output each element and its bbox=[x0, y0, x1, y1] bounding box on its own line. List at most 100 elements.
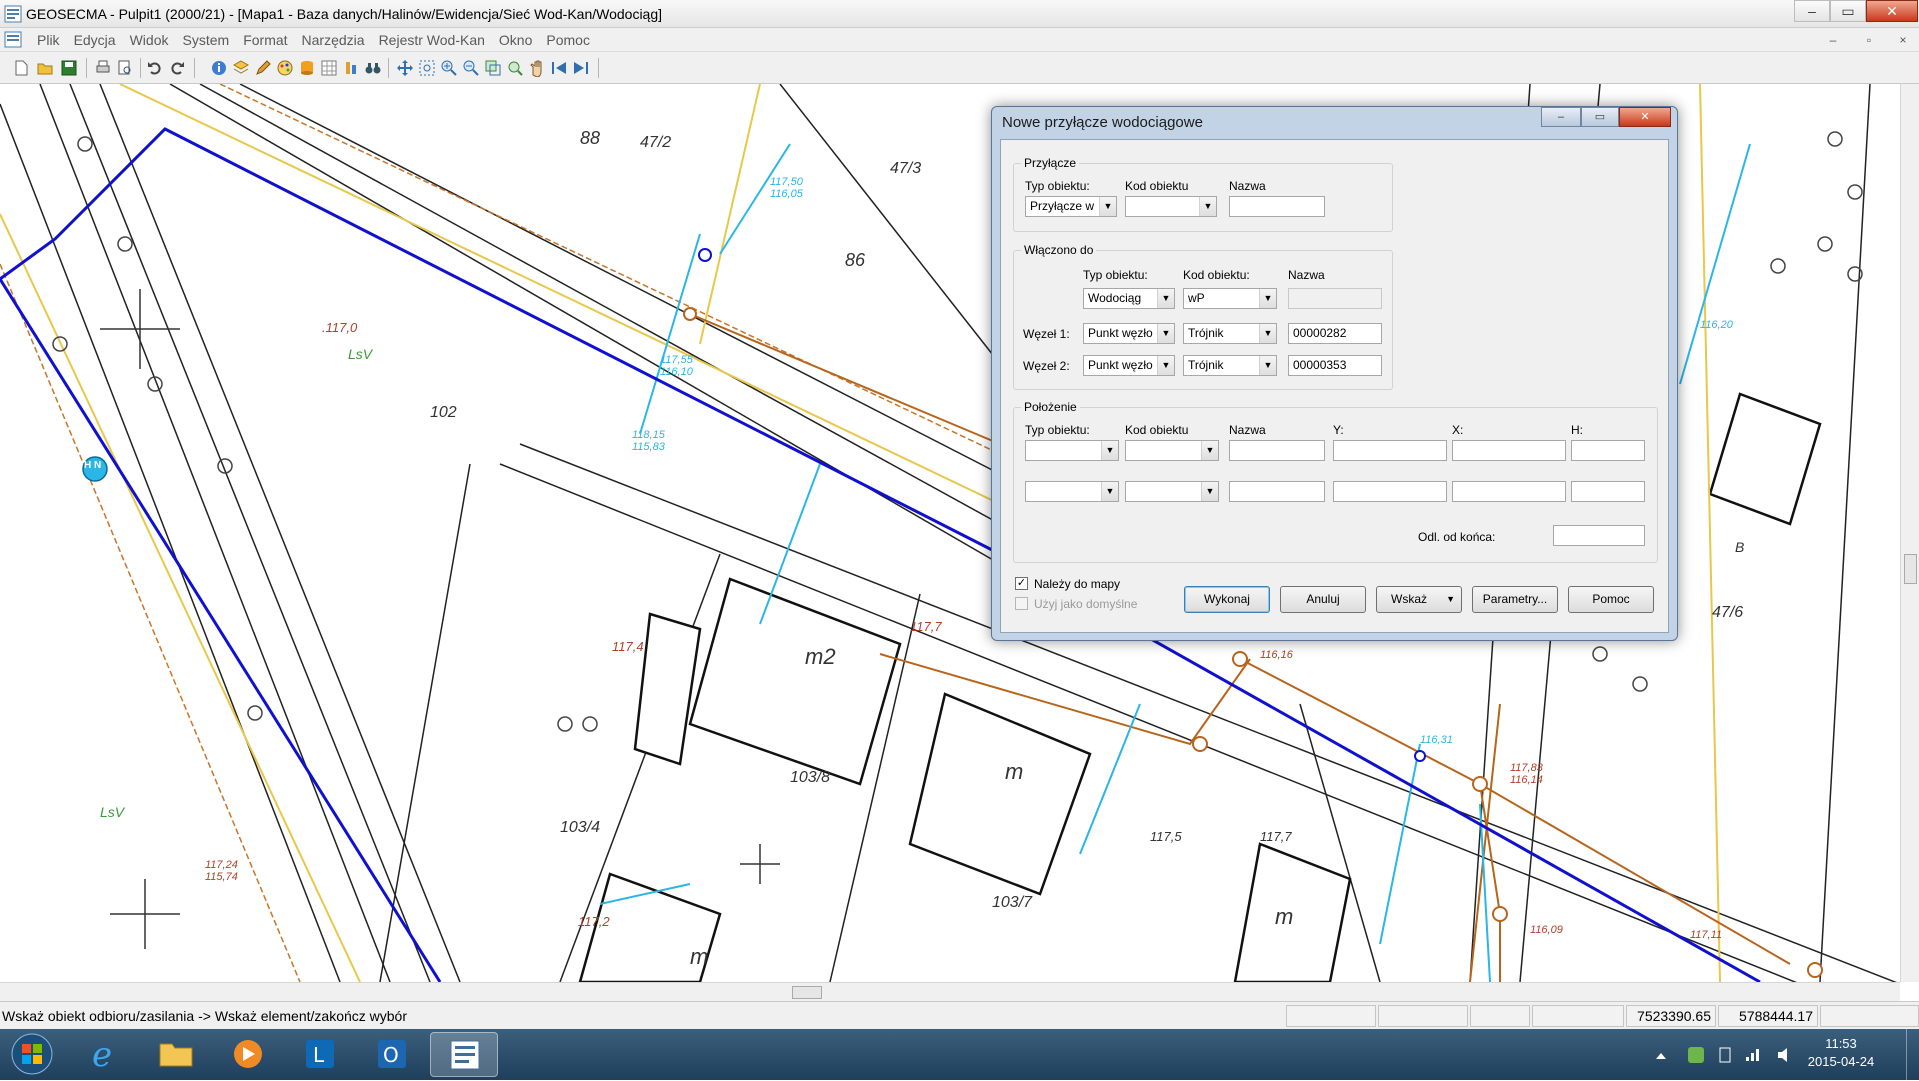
wezel1-typ-select[interactable]: Punkt węzło ▼ bbox=[1083, 323, 1175, 344]
tools-icon[interactable] bbox=[342, 59, 360, 77]
database-icon[interactable] bbox=[298, 59, 316, 77]
start-button-icon[interactable] bbox=[8, 1032, 56, 1077]
polozenie-y-input-2[interactable] bbox=[1333, 481, 1447, 502]
odl-od-konca-input[interactable] bbox=[1553, 525, 1645, 546]
polozenie-nazwa-label: Nazwa bbox=[1229, 423, 1266, 437]
close-button[interactable]: ✕ bbox=[1866, 0, 1918, 22]
wskaz-button[interactable]: Wskaż ▼ bbox=[1376, 586, 1462, 613]
taskbar-internet-explorer[interactable]: e bbox=[70, 1032, 138, 1077]
menu-rejestr-wod-kan[interactable]: Rejestr Wod-Kan bbox=[372, 31, 492, 49]
wezel2-nazwa-input[interactable]: 00000353 bbox=[1288, 355, 1382, 376]
system-tray bbox=[1656, 1047, 1787, 1063]
print-icon[interactable] bbox=[94, 59, 112, 77]
toolbar-separator bbox=[140, 58, 141, 78]
taskbar-outlook[interactable]: O bbox=[358, 1032, 426, 1077]
polozenie-typ-select-2[interactable]: ▼ bbox=[1025, 481, 1119, 502]
menu-system[interactable]: System bbox=[176, 31, 237, 49]
anuluj-button[interactable]: Anuluj bbox=[1280, 586, 1366, 613]
parametry-button[interactable]: Parametry... bbox=[1472, 586, 1558, 613]
chevron-down-icon: ▼ bbox=[1259, 356, 1276, 375]
menu-plik[interactable]: Plik bbox=[30, 31, 67, 49]
dialog-minimize-button[interactable]: – bbox=[1541, 107, 1581, 127]
menu-edycja[interactable]: Edycja bbox=[67, 31, 123, 49]
first-page-icon[interactable] bbox=[550, 59, 568, 77]
menu-narzedzia[interactable]: Narzędzia bbox=[295, 31, 372, 49]
polozenie-x-input-1[interactable] bbox=[1452, 440, 1566, 461]
minimize-button[interactable]: ‒ bbox=[1794, 0, 1830, 22]
binoculars-icon[interactable] bbox=[364, 59, 382, 77]
new-file-icon[interactable] bbox=[12, 59, 30, 77]
status-cell bbox=[1286, 1005, 1376, 1027]
print-preview-icon[interactable] bbox=[116, 59, 134, 77]
last-page-icon[interactable] bbox=[572, 59, 590, 77]
mdi-minimize-button[interactable]: – bbox=[1822, 30, 1844, 50]
wlaczono-typ-select[interactable]: Wodociąg ▼ bbox=[1083, 288, 1175, 309]
pan-arrows-icon[interactable] bbox=[396, 59, 414, 77]
zoom-in-icon[interactable] bbox=[440, 59, 458, 77]
open-folder-icon[interactable] bbox=[36, 59, 54, 77]
wezel2-kod-select[interactable]: Trójnik ▼ bbox=[1183, 355, 1277, 376]
polozenie-x-label: X: bbox=[1452, 423, 1464, 437]
taskbar-explorer[interactable] bbox=[142, 1032, 210, 1077]
polozenie-y-input-1[interactable] bbox=[1333, 440, 1447, 461]
taskbar-lync[interactable]: L bbox=[286, 1032, 354, 1077]
wykonaj-button[interactable]: Wykonaj bbox=[1184, 586, 1270, 613]
info-icon[interactable] bbox=[210, 59, 228, 77]
mdi-restore-button[interactable]: ▫ bbox=[1858, 30, 1880, 50]
wezel1-nazwa-input[interactable]: 00000282 bbox=[1288, 323, 1382, 344]
menu-format[interactable]: Format bbox=[236, 31, 294, 49]
dialog-maximize-button[interactable]: ▭ bbox=[1581, 107, 1619, 127]
polozenie-h-input-1[interactable] bbox=[1571, 440, 1645, 461]
horizontal-scroll-thumb[interactable] bbox=[792, 986, 822, 999]
przylacze-typ-select[interactable]: Przyłącze w ▼ bbox=[1025, 196, 1117, 217]
show-desktop-button[interactable] bbox=[1906, 1029, 1919, 1080]
zoom-extent-icon[interactable] bbox=[484, 59, 502, 77]
przylacze-nazwa-input[interactable] bbox=[1229, 196, 1325, 217]
redo-icon[interactable] bbox=[168, 59, 186, 77]
edit-icon[interactable] bbox=[254, 59, 272, 77]
polozenie-kod-select-2[interactable]: ▼ bbox=[1125, 481, 1219, 502]
taskbar-geosecma[interactable] bbox=[430, 1032, 498, 1077]
pomoc-button[interactable]: Pomoc bbox=[1568, 586, 1654, 613]
show-hidden-icons-icon bbox=[1656, 1053, 1666, 1059]
nalezy-do-mapy-checkbox[interactable]: ✓ bbox=[1015, 577, 1028, 590]
dialog-body: Przyłącze Typ obiektu: Kod obiektu Nazwa… bbox=[1000, 139, 1669, 633]
map-label: 116,20 bbox=[1700, 319, 1733, 331]
menu-pomoc[interactable]: Pomoc bbox=[539, 31, 597, 49]
odl-od-konca-label: Odl. od końca: bbox=[1418, 530, 1496, 544]
menu-widok[interactable]: Widok bbox=[123, 31, 176, 49]
menu-okno[interactable]: Okno bbox=[492, 31, 539, 49]
maximize-button[interactable]: ▭ bbox=[1830, 0, 1866, 22]
zoom-out-icon[interactable] bbox=[462, 59, 480, 77]
network-icon bbox=[1746, 1049, 1759, 1061]
wezel1-kod-select[interactable]: Trójnik ▼ bbox=[1183, 323, 1277, 344]
polozenie-nazwa-input-1[interactable] bbox=[1229, 440, 1325, 461]
save-icon[interactable] bbox=[60, 59, 78, 77]
chevron-down-icon: ▼ bbox=[1157, 289, 1174, 308]
map-label: B bbox=[1735, 539, 1745, 555]
przylacze-kod-select[interactable]: ▼ bbox=[1125, 196, 1217, 217]
dialog-close-button[interactable]: ✕ bbox=[1619, 107, 1671, 127]
wezel2-typ-select[interactable]: Punkt węzło ▼ bbox=[1083, 355, 1175, 376]
polozenie-nazwa-input-2[interactable] bbox=[1229, 481, 1325, 502]
vertical-scroll-thumb[interactable] bbox=[1904, 554, 1917, 584]
hand-pan-icon[interactable] bbox=[528, 59, 546, 77]
zoom-window-icon[interactable] bbox=[418, 59, 436, 77]
polozenie-h-input-2[interactable] bbox=[1571, 481, 1645, 502]
clock[interactable]: 11:53 2015-04-24 bbox=[1800, 1035, 1882, 1071]
zoom-previous-icon[interactable] bbox=[506, 59, 524, 77]
layers-icon[interactable] bbox=[232, 59, 250, 77]
undo-icon[interactable] bbox=[146, 59, 164, 77]
vertical-scrollbar[interactable] bbox=[1900, 84, 1919, 982]
polozenie-x-input-2[interactable] bbox=[1452, 481, 1566, 502]
polozenie-kod-select-1[interactable]: ▼ bbox=[1125, 440, 1219, 461]
grid-icon[interactable] bbox=[320, 59, 338, 77]
horizontal-scrollbar[interactable] bbox=[0, 982, 1900, 1001]
palette-icon[interactable] bbox=[276, 59, 294, 77]
document-window-icon[interactable] bbox=[4, 31, 22, 48]
polozenie-typ-select-1[interactable]: ▼ bbox=[1025, 440, 1119, 461]
wlaczono-kod-select[interactable]: wP ▼ bbox=[1183, 288, 1277, 309]
mdi-close-button[interactable]: × bbox=[1892, 30, 1914, 50]
taskbar-media-player[interactable] bbox=[214, 1032, 282, 1077]
map-label: 86 bbox=[845, 250, 866, 270]
